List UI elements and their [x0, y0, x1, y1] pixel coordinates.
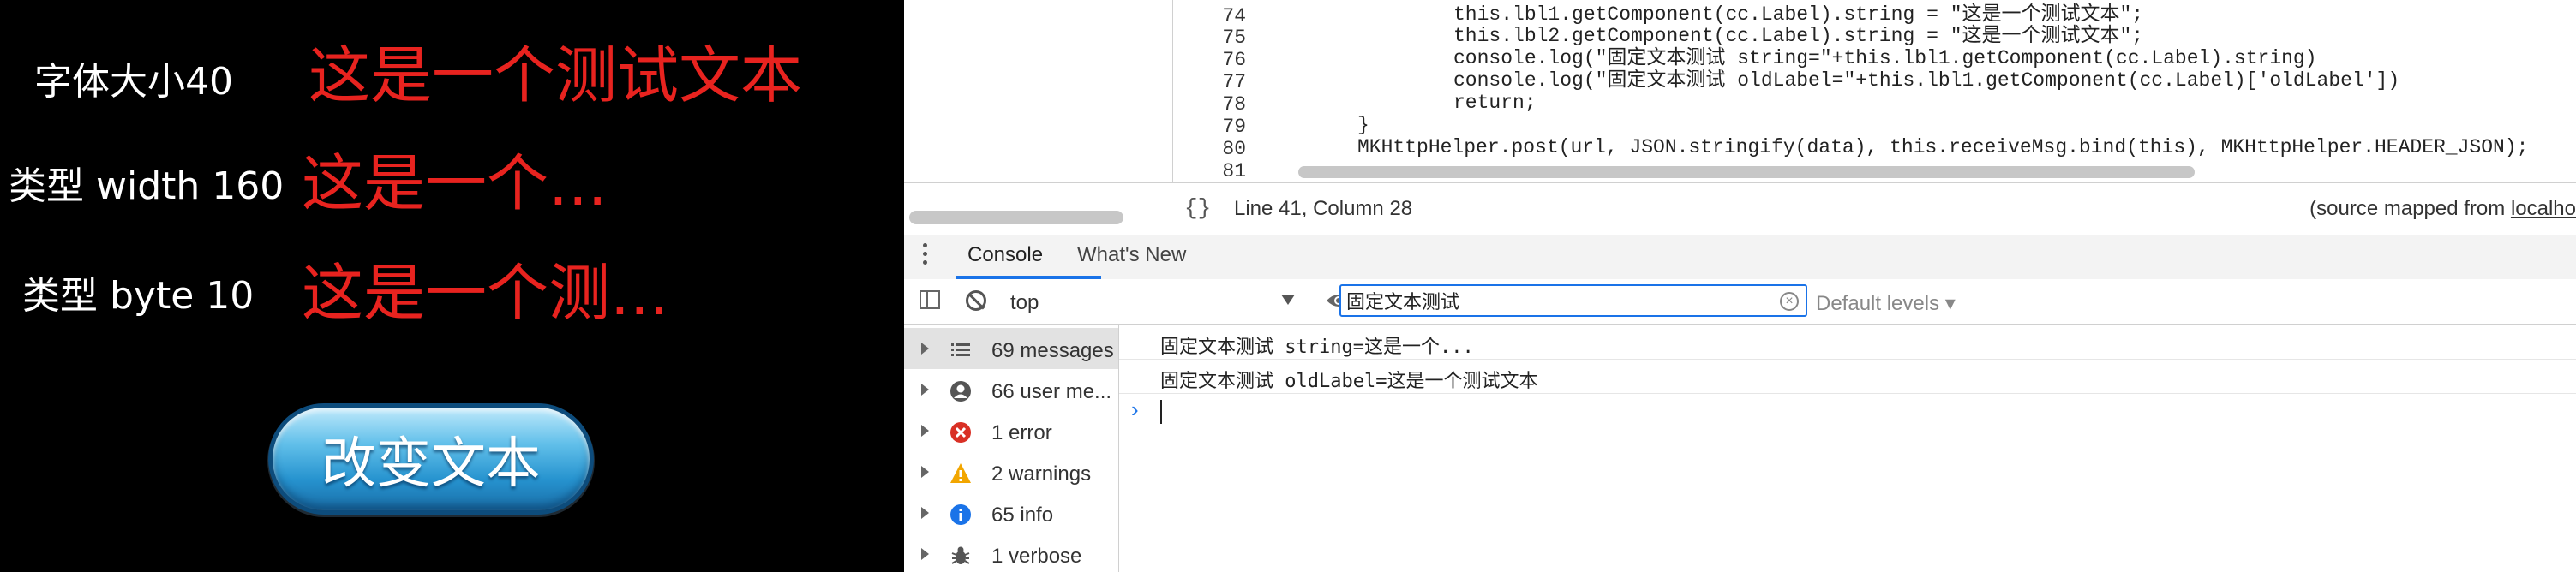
log-levels-dropdown[interactable]: Default levels ▾: [1816, 291, 1956, 316]
navigator-footer: [904, 182, 1172, 235]
game-preview: 字体大小40 这是一个测试文本 类型 width 160 这是一个... 类型 …: [0, 0, 904, 572]
error-icon: [950, 422, 971, 443]
sidebar-item-user-messages[interactable]: 66 user me...: [904, 369, 1118, 410]
more-tools-icon[interactable]: [923, 243, 930, 269]
line-number[interactable]: 81: [1177, 160, 1246, 182]
sidebar-item-label: 2 warnings: [991, 462, 1092, 486]
code-line: this.lbl2.getComponent(cc.Label).string …: [1453, 25, 2144, 47]
line-number[interactable]: 78: [1177, 93, 1246, 116]
sidebar-item-label: 69 messages: [991, 339, 1114, 362]
sidebar-item-label: 65 info: [991, 503, 1054, 527]
pretty-print-icon[interactable]: {}: [1184, 195, 1211, 221]
console-prompt[interactable]: ›: [1119, 393, 2576, 427]
code-horizontal-scrollbar[interactable]: [1298, 166, 2195, 178]
clear-console-icon[interactable]: [966, 290, 986, 311]
code-line: console.log("固定文本测试 oldLabel="+this.lbl1…: [1453, 69, 2400, 92]
expand-triangle-icon[interactable]: [921, 343, 929, 355]
filter-field[interactable]: ×: [1339, 284, 1807, 317]
sidebar-toggle-icon[interactable]: [920, 290, 940, 309]
byte-truncated-text: 这是一个测...: [302, 257, 669, 329]
sidebar-item-info[interactable]: 65 info: [904, 492, 1118, 533]
source-map-prefix: (source mapped from: [2309, 197, 2511, 220]
sidebar-item-label: 1 error: [991, 421, 1052, 444]
user-icon: [950, 381, 971, 402]
console-output[interactable]: 固定文本测试 string=这是一个... 固定文本测试 oldLabel=这是…: [1119, 325, 2576, 572]
context-selector-value: top: [1010, 291, 1039, 314]
warning-icon: [950, 463, 971, 483]
code-line: console.log("固定文本测试 string="+this.lbl1.g…: [1453, 47, 2317, 69]
log-message[interactable]: 固定文本测试 string=这是一个...: [1119, 325, 2576, 360]
tab-console[interactable]: Console: [967, 243, 1043, 267]
change-text-button[interactable]: 改变文本: [273, 408, 590, 510]
line-number-gutter: 74 75 76 77 78 79 80 81: [1172, 0, 1246, 182]
source-map-link[interactable]: localho: [2511, 197, 2576, 220]
sidebar-item-verbose[interactable]: 1 verbose: [904, 533, 1118, 572]
full-text-label: 这是一个测试文本: [309, 39, 803, 111]
line-number[interactable]: 79: [1177, 116, 1246, 138]
line-number[interactable]: 74: [1177, 5, 1246, 27]
change-text-button-label: 改变文本: [321, 432, 541, 496]
chevron-down-icon: [1281, 295, 1295, 305]
log-message[interactable]: 固定文本测试 oldLabel=这是一个测试文本: [1119, 359, 2576, 394]
log-message-text: 固定文本测试 string=这是一个...: [1160, 337, 1474, 358]
sidebar-item-label: 1 verbose: [991, 545, 1082, 568]
line-number[interactable]: 75: [1177, 27, 1246, 49]
sidebar-item-label: 66 user me...: [991, 380, 1112, 403]
expand-triangle-icon[interactable]: [921, 425, 929, 437]
code-line: this.lbl1.getComponent(cc.Label).string …: [1453, 3, 2144, 26]
font-size-label: 字体大小40: [34, 60, 233, 104]
editor-status-bar: {} Line 41, Column 28 (source mapped fro…: [1172, 182, 2576, 235]
line-number[interactable]: 76: [1177, 49, 1246, 71]
log-message-text: 固定文本测试 oldLabel=这是一个测试文本: [1160, 371, 1538, 392]
expand-triangle-icon[interactable]: [921, 384, 929, 396]
drawer-tab-bar: Console What's New: [904, 235, 2576, 280]
prompt-chevron-icon: ›: [1131, 396, 1139, 422]
context-selector[interactable]: top: [1000, 283, 1309, 320]
code-view[interactable]: this.lbl1.getComponent(cc.Label).string …: [1255, 0, 2576, 182]
expand-triangle-icon[interactable]: [921, 466, 929, 478]
code-line: return;: [1453, 92, 1537, 114]
width-type-label: 类型 width 160: [9, 164, 285, 208]
expand-triangle-icon[interactable]: [921, 507, 929, 519]
code-line: }: [1357, 114, 1369, 136]
list-icon: [951, 343, 970, 356]
info-icon: [950, 504, 971, 525]
line-number[interactable]: 77: [1177, 71, 1246, 93]
width-truncated-text: 这是一个...: [302, 147, 608, 219]
text-caret: [1160, 400, 1162, 424]
sources-editor: 74 75 76 77 78 79 80 81 this.lbl1.getCom…: [904, 0, 2576, 224]
code-line: MKHttpHelper.post(url, JSON.stringify(da…: [1357, 136, 2529, 158]
cursor-position: Line 41, Column 28: [1234, 197, 1413, 220]
devtools-panel: 74 75 76 77 78 79 80 81 this.lbl1.getCom…: [904, 0, 2576, 572]
console-sidebar: 69 messages 66 user me... 1 error 2 warn…: [904, 325, 1119, 572]
tab-whats-new[interactable]: What's New: [1077, 243, 1186, 267]
line-number[interactable]: 80: [1177, 138, 1246, 160]
filter-input[interactable]: [1346, 289, 1758, 313]
sidebar-item-warnings[interactable]: 2 warnings: [904, 451, 1118, 492]
bug-icon: [951, 546, 970, 564]
sidebar-item-messages[interactable]: 69 messages: [904, 328, 1118, 369]
sidebar-item-errors[interactable]: 1 error: [904, 410, 1118, 451]
expand-triangle-icon[interactable]: [921, 548, 929, 560]
console-toolbar: top × Default levels ▾: [904, 279, 2576, 325]
byte-type-label: 类型 byte 10: [22, 274, 255, 318]
clear-filter-icon[interactable]: ×: [1780, 292, 1799, 311]
navigator-pane: [904, 0, 1173, 224]
source-map-info: (source mapped from localho: [2309, 197, 2576, 221]
